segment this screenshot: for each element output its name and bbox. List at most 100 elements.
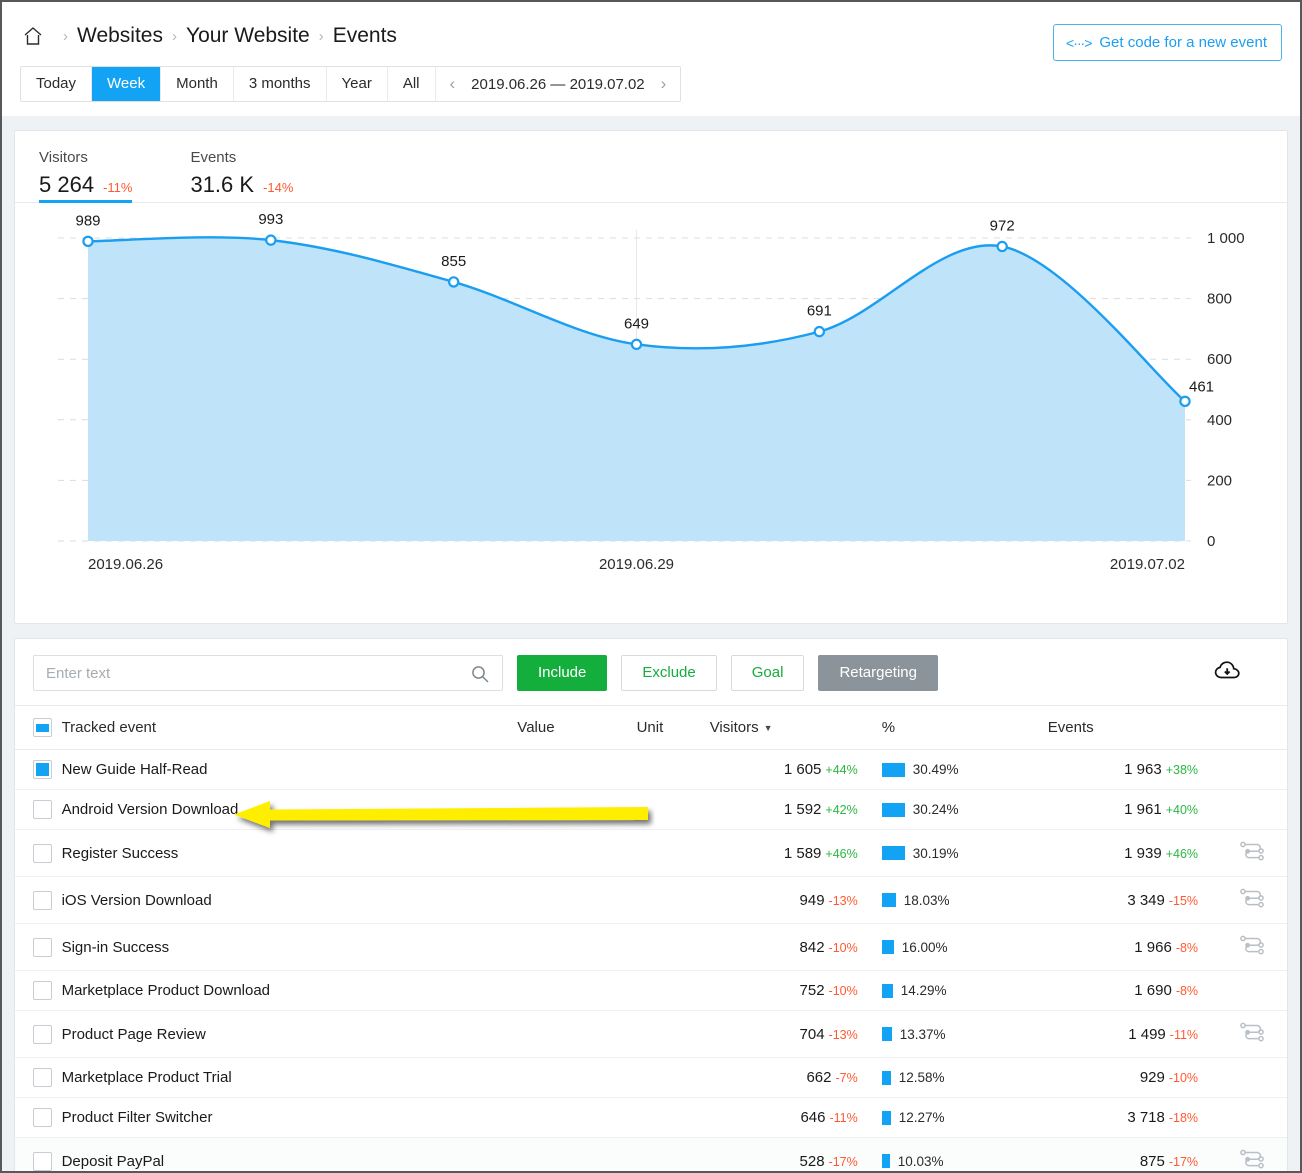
table-row[interactable]: Product Page Review 704 -13% 13.37% 1 499 -11…	[15, 1010, 1287, 1058]
row-event-name[interactable]: Product Filter Switcher	[61, 1097, 518, 1138]
column-percent[interactable]: %	[871, 705, 1034, 750]
row-funnel-cell	[1216, 829, 1287, 877]
row-events: 1 499 -11%	[1033, 1010, 1217, 1058]
row-checkbox[interactable]	[33, 1024, 52, 1044]
period-tab-month[interactable]: Month	[161, 67, 234, 101]
chart-data-point[interactable]	[447, 276, 460, 288]
chart-data-point[interactable]	[813, 325, 826, 338]
funnel-icon[interactable]	[1239, 888, 1265, 913]
chart-data-point[interactable]	[265, 234, 277, 246]
row-value	[517, 1137, 619, 1171]
period-tab-week[interactable]: Week	[92, 67, 162, 101]
cloud-download-icon[interactable]	[1213, 659, 1243, 688]
row-checkbox[interactable]	[33, 1151, 52, 1171]
period-tab-3-months[interactable]: 3 months	[233, 67, 327, 101]
chevron-right-icon[interactable]: ›	[657, 74, 671, 94]
table-row[interactable]: Deposit PayPal 528 -17% 10.03% 875 -17%	[15, 1137, 1287, 1171]
row-percent: 10.03%	[871, 1137, 1034, 1171]
row-unit	[618, 876, 710, 924]
row-unit	[618, 1137, 710, 1171]
row-funnel-cell	[1216, 749, 1287, 790]
get-code-button[interactable]: <···> Get code for a new event	[1053, 24, 1282, 61]
row-unit	[618, 1057, 710, 1098]
search-input[interactable]	[34, 656, 502, 690]
chart-data-point[interactable]	[630, 338, 643, 351]
table-row[interactable]: Register Success 1 589 +46% 30.19% 1 939 +46%	[15, 829, 1287, 877]
period-tab-today[interactable]: Today	[21, 67, 93, 101]
row-value	[517, 749, 619, 790]
row-checkbox[interactable]	[33, 1108, 52, 1127]
period-selector: Today Week Month 3 months Year All ‹ 201…	[20, 66, 682, 102]
metric-visitors-value: 5 264	[39, 172, 95, 197]
funnel-icon[interactable]	[1239, 935, 1265, 960]
row-checkbox[interactable]	[33, 937, 52, 957]
row-checkbox[interactable]	[33, 1068, 52, 1087]
table-row[interactable]: Product Filter Switcher 646 -11% 12.27% 3 71…	[15, 1097, 1287, 1138]
percent-text: 10.03%	[897, 1153, 944, 1169]
row-events: 1 939 +46%	[1033, 829, 1217, 877]
metric-events[interactable]: Events 31.6 K -14%	[190, 149, 293, 202]
row-events: 929 -10%	[1033, 1057, 1217, 1098]
chart-data-point[interactable]	[1179, 395, 1191, 408]
row-checkbox[interactable]	[33, 981, 52, 1000]
row-event-name[interactable]: Marketplace Product Download	[61, 970, 518, 1011]
row-checkbox[interactable]	[33, 890, 52, 910]
column-tracked-event[interactable]: Tracked event	[61, 705, 518, 750]
row-events: 3 718 -18%	[1033, 1097, 1217, 1138]
column-unit[interactable]: Unit	[618, 705, 710, 750]
funnel-icon[interactable]	[1239, 1149, 1265, 1171]
metric-visitors[interactable]: Visitors 5 264 -11%	[39, 149, 133, 203]
row-unit	[618, 829, 710, 877]
row-events: 1 961 +40%	[1033, 789, 1217, 830]
breadcrumb-item-events[interactable]: Events	[333, 24, 397, 48]
row-event-name[interactable]: Product Page Review	[61, 1010, 518, 1058]
row-event-name[interactable]: Android Version Download	[61, 789, 518, 830]
select-all-header	[15, 705, 62, 750]
row-checkbox-cell	[15, 970, 62, 1011]
row-funnel-cell	[1216, 876, 1287, 924]
column-visitors-label: Visitors	[709, 719, 759, 736]
row-checkbox-cell	[15, 923, 62, 971]
funnel-icon[interactable]	[1239, 1022, 1265, 1047]
exclude-button[interactable]: Exclude	[621, 655, 717, 691]
row-event-name[interactable]: Deposit PayPal	[61, 1137, 518, 1171]
breadcrumb-item-websites[interactable]: Websites	[77, 24, 163, 48]
row-checkbox-cell	[15, 1137, 62, 1171]
home-icon[interactable]	[20, 23, 46, 49]
goal-button[interactable]: Goal	[730, 655, 805, 691]
table-row[interactable]: iOS Version Download 949 -13% 18.03% 3 349 -1…	[15, 876, 1287, 924]
breadcrumb-item-your-website[interactable]: Your Website	[186, 24, 310, 48]
period-tab-year[interactable]: Year	[326, 67, 388, 101]
row-checkbox-cell	[15, 1010, 62, 1058]
chevron-left-icon[interactable]: ‹	[446, 74, 460, 94]
row-event-name[interactable]: Sign-in Success	[61, 923, 518, 971]
table-row[interactable]: Sign-in Success 842 -10% 16.00% 1 966 -8%	[15, 923, 1287, 971]
include-button[interactable]: Include	[517, 655, 608, 691]
row-checkbox[interactable]	[33, 800, 52, 819]
table-row[interactable]: New Guide Half-Read 1 605 +44% 30.49% 1 963 +…	[15, 749, 1287, 790]
period-tab-all[interactable]: All	[387, 67, 436, 101]
row-value	[517, 970, 619, 1011]
percent-bar	[881, 762, 905, 777]
row-event-name[interactable]: Marketplace Product Trial	[61, 1057, 518, 1098]
row-checkbox[interactable]	[33, 760, 52, 779]
table-row[interactable]: Android Version Download 1 592 +42% 30.24% 1…	[15, 789, 1287, 830]
row-percent: 30.24%	[871, 789, 1034, 830]
column-visitors[interactable]: Visitors ▼	[709, 705, 872, 750]
chart-data-point[interactable]	[82, 235, 94, 248]
row-checkbox[interactable]	[33, 843, 52, 863]
row-event-name[interactable]: New Guide Half-Read	[61, 749, 518, 790]
select-all-checkbox[interactable]	[33, 718, 52, 737]
row-event-name[interactable]: Register Success	[61, 829, 518, 877]
table-row[interactable]: Marketplace Product Trial 662 -7% 12.58% 929…	[15, 1057, 1287, 1098]
percent-text: 12.27%	[898, 1110, 945, 1125]
table-row[interactable]: Marketplace Product Download 752 -10% 14.29…	[15, 970, 1287, 1011]
search-icon[interactable]	[470, 664, 490, 689]
search-box[interactable]	[33, 655, 503, 691]
funnel-icon[interactable]	[1239, 841, 1265, 866]
column-value[interactable]: Value	[517, 705, 619, 750]
chart-data-point[interactable]	[996, 240, 1008, 253]
column-events[interactable]: Events	[1033, 705, 1217, 750]
row-event-name[interactable]: iOS Version Download	[61, 876, 518, 924]
retargeting-button[interactable]: Retargeting	[818, 655, 938, 691]
